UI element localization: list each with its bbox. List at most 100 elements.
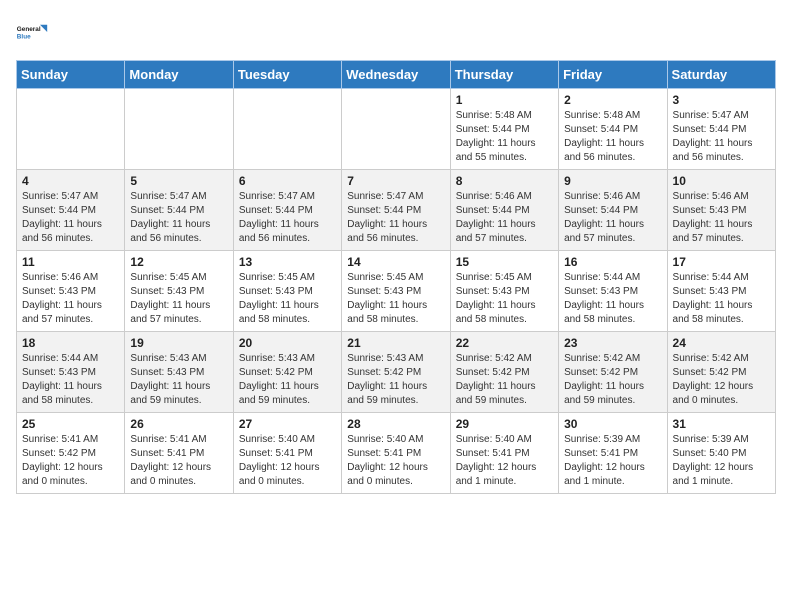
day-info: Sunrise: 5:43 AMSunset: 5:42 PMDaylight:… xyxy=(347,352,444,408)
day-cell-9: 9 Sunrise: 5:46 AMSunset: 5:44 PMDaylight… xyxy=(559,170,667,251)
day-number: 24 xyxy=(673,336,770,350)
day-info: Sunrise: 5:39 AMSunset: 5:41 PMDaylight:… xyxy=(564,433,661,489)
day-cell-empty-0 xyxy=(17,89,125,170)
day-number: 26 xyxy=(130,417,227,431)
calendar-table: SundayMondayTuesdayWednesdayThursdayFrid… xyxy=(16,60,776,494)
day-number: 25 xyxy=(22,417,119,431)
day-cell-13: 13 Sunrise: 5:45 AMSunset: 5:43 PMDayligh… xyxy=(233,251,341,332)
day-cell-6: 6 Sunrise: 5:47 AMSunset: 5:44 PMDaylight… xyxy=(233,170,341,251)
day-number: 21 xyxy=(347,336,444,350)
day-info: Sunrise: 5:47 AMSunset: 5:44 PMDaylight:… xyxy=(239,190,336,246)
day-cell-1: 1 Sunrise: 5:48 AMSunset: 5:44 PMDaylight… xyxy=(450,89,558,170)
day-info: Sunrise: 5:44 AMSunset: 5:43 PMDaylight:… xyxy=(22,352,119,408)
day-cell-28: 28 Sunrise: 5:40 AMSunset: 5:41 PMDayligh… xyxy=(342,413,450,494)
day-cell-26: 26 Sunrise: 5:41 AMSunset: 5:41 PMDayligh… xyxy=(125,413,233,494)
day-cell-20: 20 Sunrise: 5:43 AMSunset: 5:42 PMDayligh… xyxy=(233,332,341,413)
day-number: 5 xyxy=(130,174,227,188)
day-cell-23: 23Sunrise: 5:42 AMSunset: 5:42 PMDayligh… xyxy=(559,332,667,413)
day-cell-3: 3 Sunrise: 5:47 AMSunset: 5:44 PMDaylight… xyxy=(667,89,775,170)
header-cell-wednesday: Wednesday xyxy=(342,61,450,89)
day-number: 1 xyxy=(456,93,553,107)
header-cell-saturday: Saturday xyxy=(667,61,775,89)
day-number: 27 xyxy=(239,417,336,431)
day-number: 14 xyxy=(347,255,444,269)
day-cell-empty-3 xyxy=(342,89,450,170)
day-cell-30: 30Sunrise: 5:39 AMSunset: 5:41 PMDayligh… xyxy=(559,413,667,494)
day-info: Sunrise: 5:42 AMSunset: 5:42 PMDaylight:… xyxy=(564,352,661,408)
day-info: Sunrise: 5:47 AMSunset: 5:44 PMDaylight:… xyxy=(22,190,119,246)
week-row-5: 25Sunrise: 5:41 AMSunset: 5:42 PMDayligh… xyxy=(17,413,776,494)
logo: GeneralBlue xyxy=(16,16,48,48)
day-number: 12 xyxy=(130,255,227,269)
day-info: Sunrise: 5:40 AMSunset: 5:41 PMDaylight:… xyxy=(239,433,336,489)
day-number: 22 xyxy=(456,336,553,350)
day-info: Sunrise: 5:46 AMSunset: 5:44 PMDaylight:… xyxy=(564,190,661,246)
day-number: 17 xyxy=(673,255,770,269)
day-cell-11: 11 Sunrise: 5:46 AMSunset: 5:43 PMDayligh… xyxy=(17,251,125,332)
week-row-1: 1 Sunrise: 5:48 AMSunset: 5:44 PMDaylight… xyxy=(17,89,776,170)
day-number: 6 xyxy=(239,174,336,188)
day-info: Sunrise: 5:46 AMSunset: 5:44 PMDaylight:… xyxy=(456,190,553,246)
day-number: 11 xyxy=(22,255,119,269)
day-cell-17: 17 Sunrise: 5:44 AMSunset: 5:43 PMDayligh… xyxy=(667,251,775,332)
day-cell-4: 4 Sunrise: 5:47 AMSunset: 5:44 PMDaylight… xyxy=(17,170,125,251)
day-info: Sunrise: 5:44 AMSunset: 5:43 PMDaylight:… xyxy=(564,271,661,327)
day-info: Sunrise: 5:45 AMSunset: 5:43 PMDaylight:… xyxy=(347,271,444,327)
svg-text:Blue: Blue xyxy=(17,33,31,40)
day-cell-31: 31 Sunrise: 5:39 AMSunset: 5:40 PMDayligh… xyxy=(667,413,775,494)
day-info: Sunrise: 5:42 AMSunset: 5:42 PMDaylight:… xyxy=(456,352,553,408)
day-number: 8 xyxy=(456,174,553,188)
day-cell-empty-1 xyxy=(125,89,233,170)
day-info: Sunrise: 5:46 AMSunset: 5:43 PMDaylight:… xyxy=(22,271,119,327)
header-row: SundayMondayTuesdayWednesdayThursdayFrid… xyxy=(17,61,776,89)
day-number: 9 xyxy=(564,174,661,188)
day-number: 19 xyxy=(130,336,227,350)
week-row-4: 18 Sunrise: 5:44 AMSunset: 5:43 PMDayligh… xyxy=(17,332,776,413)
day-info: Sunrise: 5:45 AMSunset: 5:43 PMDaylight:… xyxy=(130,271,227,327)
day-info: Sunrise: 5:47 AMSunset: 5:44 PMDaylight:… xyxy=(673,109,770,165)
day-info: Sunrise: 5:46 AMSunset: 5:43 PMDaylight:… xyxy=(673,190,770,246)
day-cell-14: 14 Sunrise: 5:45 AMSunset: 5:43 PMDayligh… xyxy=(342,251,450,332)
day-number: 31 xyxy=(673,417,770,431)
day-info: Sunrise: 5:48 AMSunset: 5:44 PMDaylight:… xyxy=(456,109,553,165)
day-info: Sunrise: 5:47 AMSunset: 5:44 PMDaylight:… xyxy=(130,190,227,246)
day-cell-22: 22 Sunrise: 5:42 AMSunset: 5:42 PMDayligh… xyxy=(450,332,558,413)
day-cell-empty-2 xyxy=(233,89,341,170)
svg-text:General: General xyxy=(17,26,41,33)
day-cell-29: 29Sunrise: 5:40 AMSunset: 5:41 PMDayligh… xyxy=(450,413,558,494)
page-header: GeneralBlue xyxy=(16,16,776,48)
day-info: Sunrise: 5:42 AMSunset: 5:42 PMDaylight:… xyxy=(673,352,770,408)
day-info: Sunrise: 5:43 AMSunset: 5:43 PMDaylight:… xyxy=(130,352,227,408)
day-cell-27: 27 Sunrise: 5:40 AMSunset: 5:41 PMDayligh… xyxy=(233,413,341,494)
day-info: Sunrise: 5:45 AMSunset: 5:43 PMDaylight:… xyxy=(239,271,336,327)
day-cell-24: 24 Sunrise: 5:42 AMSunset: 5:42 PMDayligh… xyxy=(667,332,775,413)
day-number: 28 xyxy=(347,417,444,431)
day-cell-21: 21 Sunrise: 5:43 AMSunset: 5:42 PMDayligh… xyxy=(342,332,450,413)
day-number: 13 xyxy=(239,255,336,269)
header-cell-thursday: Thursday xyxy=(450,61,558,89)
day-number: 18 xyxy=(22,336,119,350)
day-number: 2 xyxy=(564,93,661,107)
day-info: Sunrise: 5:40 AMSunset: 5:41 PMDaylight:… xyxy=(347,433,444,489)
day-number: 10 xyxy=(673,174,770,188)
day-info: Sunrise: 5:48 AMSunset: 5:44 PMDaylight:… xyxy=(564,109,661,165)
day-info: Sunrise: 5:39 AMSunset: 5:40 PMDaylight:… xyxy=(673,433,770,489)
day-number: 4 xyxy=(22,174,119,188)
header-cell-monday: Monday xyxy=(125,61,233,89)
day-info: Sunrise: 5:45 AMSunset: 5:43 PMDaylight:… xyxy=(456,271,553,327)
header-cell-tuesday: Tuesday xyxy=(233,61,341,89)
day-info: Sunrise: 5:41 AMSunset: 5:41 PMDaylight:… xyxy=(130,433,227,489)
day-cell-19: 19 Sunrise: 5:43 AMSunset: 5:43 PMDayligh… xyxy=(125,332,233,413)
day-cell-7: 7Sunrise: 5:47 AMSunset: 5:44 PMDaylight… xyxy=(342,170,450,251)
day-cell-2: 2 Sunrise: 5:48 AMSunset: 5:44 PMDaylight… xyxy=(559,89,667,170)
day-info: Sunrise: 5:47 AMSunset: 5:44 PMDaylight:… xyxy=(347,190,444,246)
day-info: Sunrise: 5:44 AMSunset: 5:43 PMDaylight:… xyxy=(673,271,770,327)
day-info: Sunrise: 5:40 AMSunset: 5:41 PMDaylight:… xyxy=(456,433,553,489)
day-number: 16 xyxy=(564,255,661,269)
day-cell-15: 15Sunrise: 5:45 AMSunset: 5:43 PMDayligh… xyxy=(450,251,558,332)
day-info: Sunrise: 5:43 AMSunset: 5:42 PMDaylight:… xyxy=(239,352,336,408)
day-number: 20 xyxy=(239,336,336,350)
day-number: 3 xyxy=(673,93,770,107)
header-cell-friday: Friday xyxy=(559,61,667,89)
day-cell-25: 25Sunrise: 5:41 AMSunset: 5:42 PMDayligh… xyxy=(17,413,125,494)
